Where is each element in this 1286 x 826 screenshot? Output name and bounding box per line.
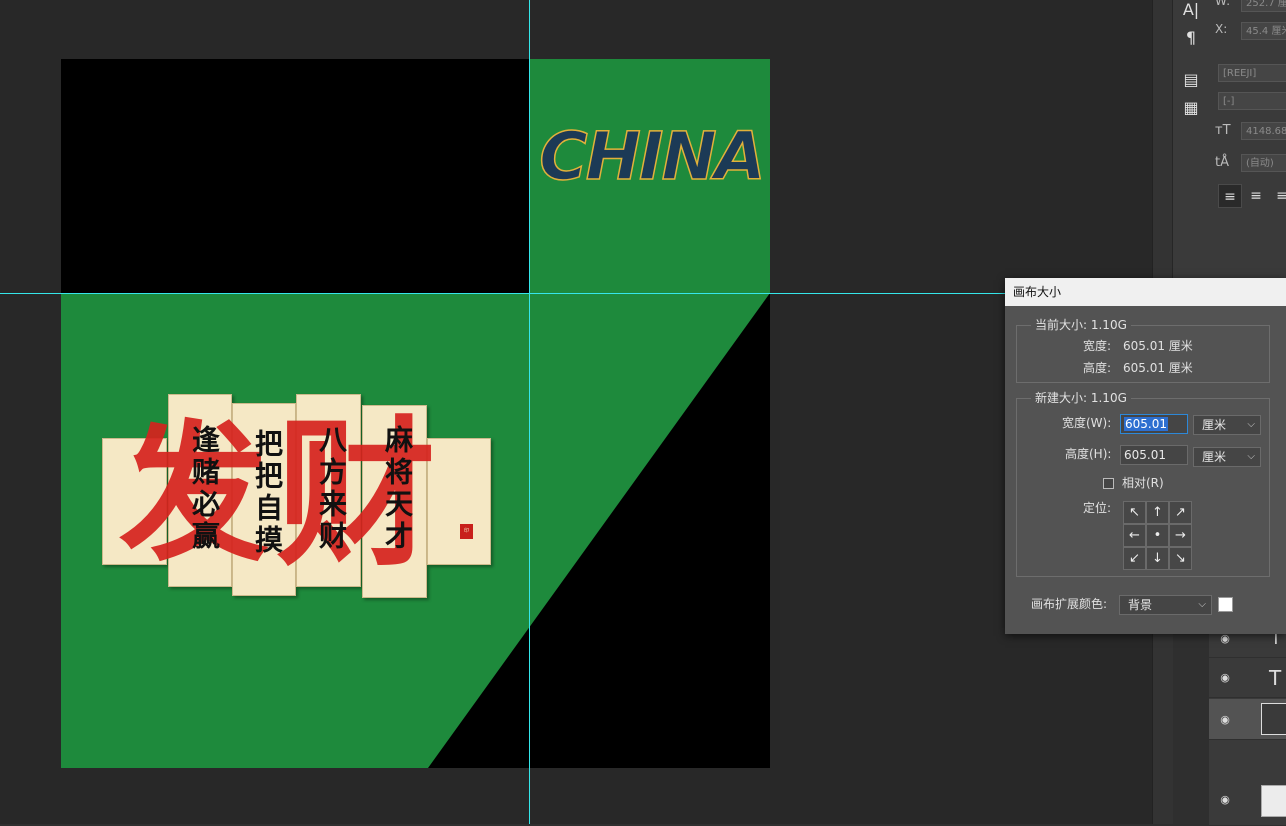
horizontal-guide[interactable]	[0, 293, 1005, 294]
font-family-field[interactable]: [REEJI]	[1218, 64, 1286, 82]
dialog-title[interactable]: 画布大小	[1005, 278, 1286, 306]
height-unit-value: 厘米	[1202, 450, 1227, 464]
new-width-value: 605.01	[1124, 417, 1168, 431]
extension-color-select[interactable]: 背景 ⌵	[1119, 595, 1212, 615]
red-seal-stamp: 印	[460, 524, 473, 539]
align-center-icon[interactable]: ≡	[1244, 184, 1268, 208]
font-style-field[interactable]: [-]	[1218, 92, 1286, 110]
layers-panel: ◉ T ◉ T ◉ ↲ ◉	[1209, 620, 1286, 826]
character-panel-icon[interactable]: A|	[1181, 0, 1201, 20]
new-height-value: 605.01	[1124, 448, 1166, 462]
new-size-legend: 新建大小: 1.10G	[1031, 391, 1131, 405]
current-height-label: 高度:	[1083, 361, 1112, 375]
layer-thumbnail	[1261, 703, 1286, 735]
current-size-legend: 当前大小: 1.10G	[1031, 318, 1131, 332]
panel-text-1: 逢赌必赢	[188, 425, 221, 553]
new-height-input[interactable]: 605.01	[1120, 445, 1188, 465]
arrow-s-icon[interactable]: ↓	[1146, 547, 1169, 570]
panel-icon-column: A| ¶ ▤ ▦	[1172, 0, 1210, 290]
current-height-value: 605.01 厘米	[1123, 361, 1193, 375]
x-field[interactable]: 45.4 厘米	[1241, 22, 1286, 40]
font-size-icon: ᴛT	[1215, 123, 1231, 138]
new-height-label: 高度(H):	[1065, 447, 1112, 461]
new-width-label: 宽度(W):	[1062, 416, 1112, 430]
eye-icon[interactable]: ◉	[1218, 671, 1232, 685]
layer-row-4[interactable]: ◉	[1209, 779, 1286, 826]
anchor-label: 定位:	[1083, 501, 1112, 515]
center-dot-icon[interactable]: •	[1146, 524, 1169, 547]
art-panel-6	[427, 438, 491, 565]
arrow-ne-icon[interactable]: ↗	[1169, 501, 1192, 524]
extension-color-value: 背景	[1128, 598, 1153, 612]
chevron-down-icon: ⌵	[1247, 451, 1255, 462]
china-artwork-text: CHINA	[538, 118, 766, 195]
vertical-guide[interactable]	[529, 0, 530, 824]
panel-text-4: 麻将天才	[381, 425, 414, 553]
leading-field[interactable]: (自动)	[1241, 154, 1286, 172]
text-layer-icon: T	[1269, 666, 1282, 690]
x-label: X:	[1215, 22, 1228, 36]
current-width-value: 605.01 厘米	[1123, 339, 1193, 353]
arrow-w-icon[interactable]: ←	[1123, 524, 1146, 547]
arrow-se-icon[interactable]: ↘	[1169, 547, 1192, 570]
arrow-sw-icon[interactable]: ↙	[1123, 547, 1146, 570]
extension-color-label: 画布扩展颜色:	[1031, 597, 1108, 611]
new-width-input[interactable]: 605.01	[1120, 414, 1188, 434]
chevron-down-icon: ⌵	[1198, 599, 1206, 610]
properties-panel: W: 252.7 厘 X: 45.4 厘米 [REEJI] [-] ᴛT 414…	[1209, 0, 1286, 290]
relative-checkbox[interactable]	[1103, 478, 1114, 489]
canvas-size-dialog: 画布大小 当前大小: 1.10G 宽度: 605.01 厘米 高度: 605.0…	[1005, 278, 1286, 634]
arrow-n-icon[interactable]: ↑	[1146, 501, 1169, 524]
chevron-down-icon: ⌵	[1247, 419, 1255, 430]
layout-panel-icon[interactable]: ▤	[1181, 70, 1201, 90]
eye-icon[interactable]: ◉	[1218, 793, 1232, 807]
layer-thumbnail	[1261, 785, 1286, 817]
current-width-label: 宽度:	[1083, 339, 1112, 353]
document-canvas[interactable]: CHINA 发 财 逢赌必赢 把把自摸 八方来财 麻将天才 印	[61, 59, 770, 768]
anchor-grid: ↖ ↑ ↗ ← • → ↙ ↓ ↘	[1123, 501, 1192, 570]
w-field[interactable]: 252.7 厘	[1241, 0, 1286, 12]
eye-icon[interactable]: ◉	[1218, 713, 1232, 727]
layer-row-3-selected[interactable]: ◉ ↲	[1209, 699, 1286, 740]
arrow-e-icon[interactable]: →	[1169, 524, 1192, 547]
panel-text-2: 把把自摸	[251, 429, 284, 557]
width-unit-select[interactable]: 厘米 ⌵	[1193, 415, 1261, 435]
document-panel-icon[interactable]: ▦	[1181, 98, 1201, 118]
align-left-icon[interactable]: ≡	[1218, 184, 1242, 208]
align-right-icon[interactable]: ≡	[1270, 184, 1286, 208]
w-label: W:	[1215, 0, 1231, 8]
document-workspace[interactable]: CHINA 发 财 逢赌必赢 把把自摸 八方来财 麻将天才 印	[0, 0, 1152, 824]
eye-icon[interactable]: ◉	[1218, 632, 1232, 646]
extension-color-swatch[interactable]	[1218, 597, 1233, 612]
layer-row-2[interactable]: ◉ T	[1209, 657, 1286, 698]
arrow-nw-icon[interactable]: ↖	[1123, 501, 1146, 524]
panel-text-3: 八方来财	[315, 425, 348, 553]
relative-label[interactable]: 相对(R)	[1122, 475, 1164, 491]
text-align-row: ≡ ≡ ≡	[1218, 182, 1286, 210]
black-rect-top-left	[61, 59, 529, 293]
leading-icon: tÅ	[1215, 155, 1229, 170]
height-unit-select[interactable]: 厘米 ⌵	[1193, 447, 1261, 467]
current-size-group: 当前大小: 1.10G 宽度: 605.01 厘米 高度: 605.01 厘米	[1016, 318, 1270, 383]
paragraph-panel-icon[interactable]: ¶	[1181, 28, 1201, 48]
width-unit-value: 厘米	[1202, 418, 1227, 432]
font-size-field[interactable]: 4148.68	[1241, 122, 1286, 140]
